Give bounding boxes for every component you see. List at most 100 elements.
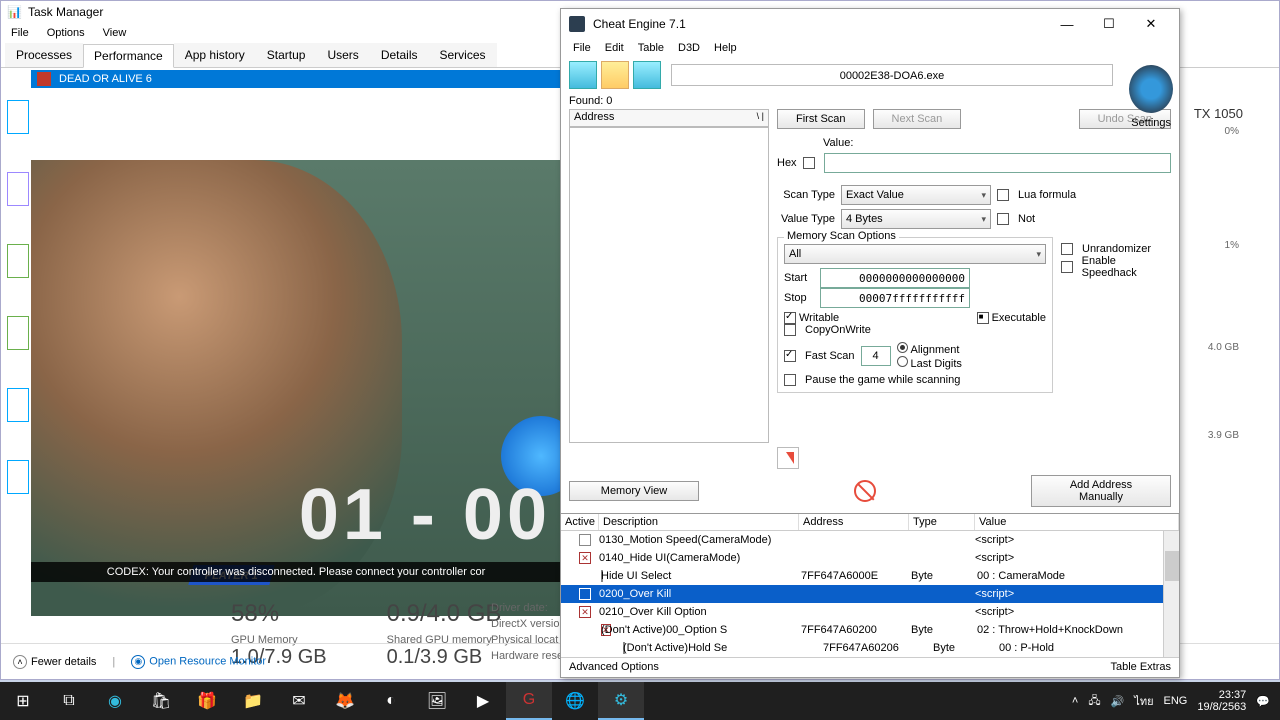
- address-list[interactable]: [569, 127, 769, 443]
- fewer-details-link[interactable]: Fewer details: [31, 656, 96, 668]
- tm-selected-process[interactable]: DEAD OR ALIVE 6: [31, 70, 581, 88]
- tray-lang-thai[interactable]: ไทย: [1134, 692, 1153, 710]
- spark-disk[interactable]: [7, 244, 29, 278]
- table-row[interactable]: (Don't Active)Hold Se7FF647A60206Byte00 …: [561, 639, 1179, 657]
- cow-checkbox[interactable]: [784, 324, 796, 336]
- ce-menu-file[interactable]: File: [573, 42, 591, 54]
- hex-checkbox[interactable]: [803, 157, 815, 169]
- game-taskbar-icon[interactable]: G: [506, 682, 552, 720]
- ce-close-button[interactable]: ✕: [1131, 12, 1171, 36]
- alignment-radio[interactable]: [897, 342, 908, 353]
- spark-mem[interactable]: [7, 172, 29, 206]
- gift-icon[interactable]: 🎁: [184, 682, 230, 720]
- task-view-button[interactable]: ⧉: [46, 682, 92, 720]
- table-row[interactable]: ✕(Don't Active)00_Option S7FF647A60200By…: [561, 621, 1179, 639]
- next-scan-button[interactable]: Next Scan: [873, 109, 962, 129]
- fast-scan-checkbox[interactable]: [784, 350, 796, 362]
- tab-services[interactable]: Services: [429, 43, 497, 67]
- tray-clock[interactable]: 23:37 19/8/2563: [1197, 689, 1246, 713]
- active-checkbox[interactable]: ✕: [579, 552, 591, 564]
- globe-icon[interactable]: 🌐: [552, 682, 598, 720]
- last-digits-radio[interactable]: [897, 356, 908, 367]
- spark-net[interactable]: [7, 316, 29, 350]
- col-active[interactable]: Active: [561, 514, 599, 530]
- tab-processes[interactable]: Processes: [5, 43, 83, 67]
- fast-scan-value[interactable]: [861, 346, 891, 366]
- memory-view-button[interactable]: Memory View: [569, 481, 699, 501]
- table-row[interactable]: Hide UI Select7FF647A6000EByte00 : Camer…: [561, 567, 1179, 585]
- open-process-button[interactable]: [569, 61, 597, 89]
- col-type[interactable]: Type: [909, 514, 975, 530]
- speedhack-checkbox[interactable]: [1061, 261, 1073, 273]
- tray-lang-eng[interactable]: ENG: [1164, 695, 1188, 707]
- col-value[interactable]: Value: [975, 514, 1179, 530]
- unrandomizer-checkbox[interactable]: [1061, 243, 1073, 255]
- writable-checkbox[interactable]: [784, 312, 796, 324]
- table-row[interactable]: ✕0140_Hide UI(CameraMode)<script>: [561, 549, 1179, 567]
- ce-logo-icon[interactable]: [1129, 65, 1173, 113]
- spark-gpu1[interactable]: [7, 460, 29, 494]
- tab-startup[interactable]: Startup: [256, 43, 317, 67]
- save-button[interactable]: [633, 61, 661, 89]
- value-type-select[interactable]: 4 Bytes: [841, 209, 991, 229]
- edge-icon[interactable]: ◉: [92, 682, 138, 720]
- tab-performance[interactable]: Performance: [83, 44, 174, 68]
- pause-checkbox[interactable]: [784, 374, 796, 386]
- table-row[interactable]: 0130_Motion Speed(CameraMode)<script>: [561, 531, 1179, 549]
- open-file-button[interactable]: [601, 61, 629, 89]
- explorer-icon[interactable]: 📁: [230, 682, 276, 720]
- tray-notifications-icon[interactable]: 💬: [1256, 695, 1270, 708]
- first-scan-button[interactable]: First Scan: [777, 109, 865, 129]
- media-icon[interactable]: ▶: [460, 682, 506, 720]
- open-resource-monitor-link[interactable]: Open Resource Monitor: [149, 655, 266, 667]
- tab-users[interactable]: Users: [316, 43, 369, 67]
- active-checkbox[interactable]: [579, 588, 591, 600]
- tm-menu-view[interactable]: View: [103, 27, 127, 39]
- spark-cpu[interactable]: [7, 100, 29, 134]
- ce-menu-d3d[interactable]: D3D: [678, 42, 700, 54]
- col-description[interactable]: Description: [599, 514, 799, 530]
- advanced-options-link[interactable]: Advanced Options: [569, 661, 659, 673]
- start-address-input[interactable]: [820, 268, 970, 288]
- ce-titlebar[interactable]: Cheat Engine 7.1 — ☐ ✕: [561, 9, 1179, 39]
- scan-type-select[interactable]: Exact Value: [841, 185, 991, 205]
- cheatengine-taskbar-icon[interactable]: ⚙: [598, 682, 644, 720]
- table-extras-link[interactable]: Table Extras: [1110, 661, 1171, 673]
- chrome-icon[interactable]: ◐: [368, 682, 414, 720]
- tray-network-icon[interactable]: 🖧: [1088, 692, 1100, 711]
- tab-app-history[interactable]: App history: [174, 43, 256, 67]
- tab-details[interactable]: Details: [370, 43, 429, 67]
- mail-icon[interactable]: ✉: [276, 682, 322, 720]
- add-address-manually-button[interactable]: Add Address Manually: [1031, 475, 1171, 507]
- tray-volume-icon[interactable]: 🔊: [1111, 695, 1125, 708]
- table-scrollbar[interactable]: [1163, 531, 1179, 657]
- mso-region-select[interactable]: All: [784, 244, 1046, 264]
- active-checkbox[interactable]: [579, 534, 591, 546]
- not-checkbox[interactable]: [997, 213, 1009, 225]
- ce-minimize-button[interactable]: —: [1047, 12, 1087, 36]
- ce-maximize-button[interactable]: ☐: [1089, 12, 1129, 36]
- ce-menu-edit[interactable]: Edit: [605, 42, 624, 54]
- executable-checkbox[interactable]: [977, 312, 989, 324]
- collapse-icon[interactable]: ˄: [13, 655, 27, 669]
- tray-chevron-icon[interactable]: ˄: [1072, 695, 1078, 707]
- spark-gpu0[interactable]: [7, 388, 29, 422]
- value-input[interactable]: [824, 153, 1171, 173]
- ce-menu-help[interactable]: Help: [714, 42, 737, 54]
- lua-checkbox[interactable]: [997, 189, 1009, 201]
- cheat-table-body[interactable]: 0130_Motion Speed(CameraMode)<script>✕01…: [561, 531, 1179, 657]
- tm-menu-options[interactable]: Options: [47, 27, 85, 39]
- store-icon[interactable]: 🛍: [138, 682, 184, 720]
- no-entry-icon[interactable]: [854, 480, 876, 502]
- start-button[interactable]: ⊞: [0, 682, 46, 720]
- ce-menu-table[interactable]: Table: [638, 42, 664, 54]
- table-row[interactable]: ✕0210_Over Kill Option<script>: [561, 603, 1179, 621]
- active-checkbox[interactable]: ✕: [579, 606, 591, 618]
- add-to-list-arrow-icon[interactable]: [777, 447, 799, 469]
- firefox-icon[interactable]: 🦊: [322, 682, 368, 720]
- photos-icon[interactable]: 🖼: [414, 682, 460, 720]
- stop-address-input[interactable]: [820, 288, 970, 308]
- col-address[interactable]: Address: [799, 514, 909, 530]
- tm-menu-file[interactable]: File: [11, 27, 29, 39]
- table-row[interactable]: 0200_Over Kill<script>: [561, 585, 1179, 603]
